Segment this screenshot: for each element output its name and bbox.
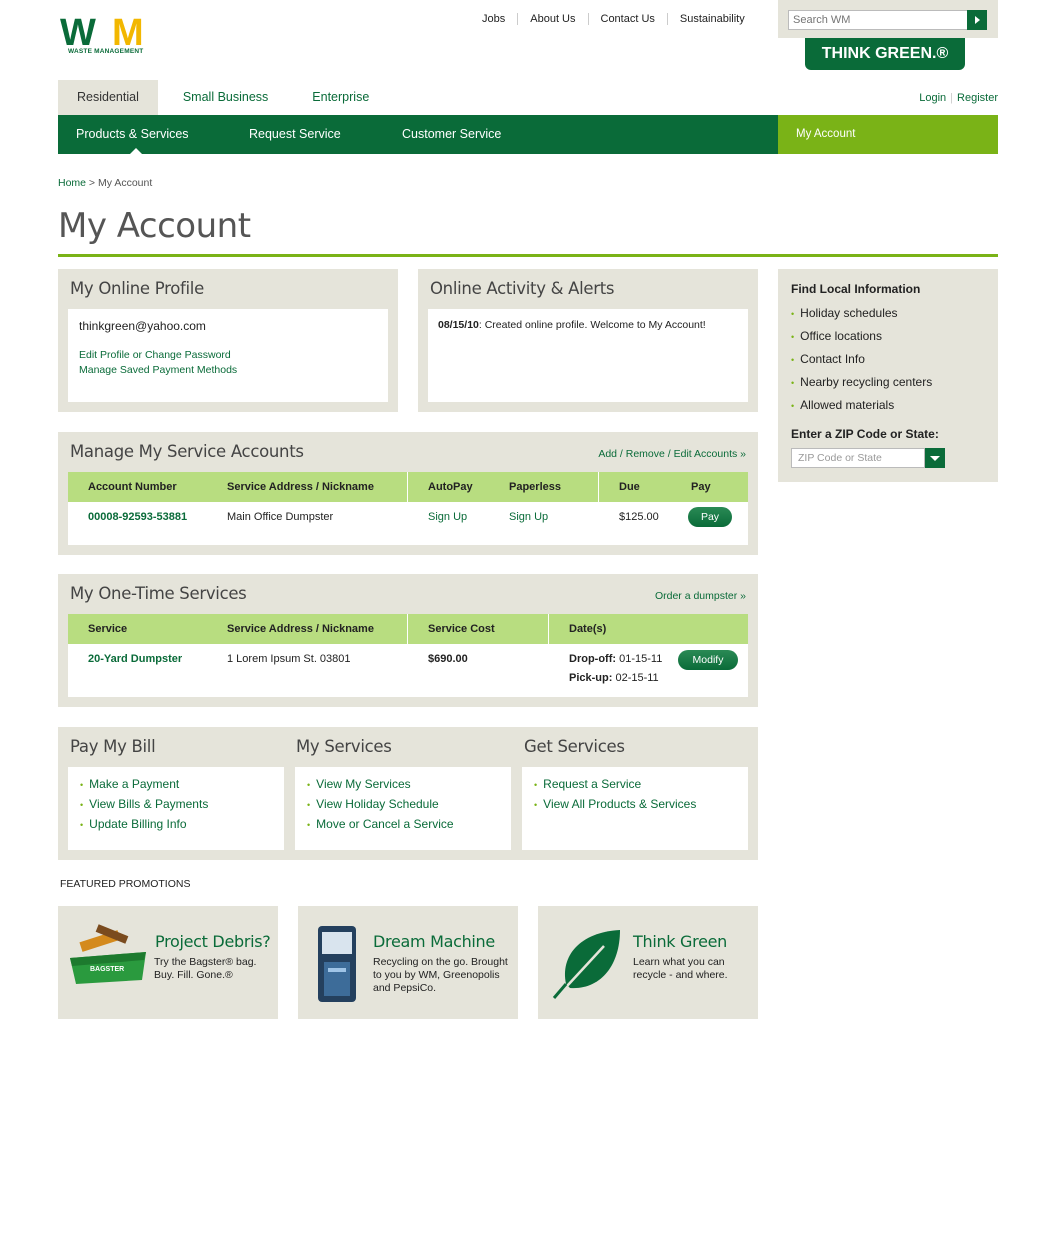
service-accounts-title: Manage My Service Accounts — [70, 442, 304, 461]
profile-title: My Online Profile — [70, 279, 204, 298]
utility-links: Jobs About Us Contact Us Sustainability — [470, 13, 757, 25]
sidebar-item-recycling-centers[interactable]: • Nearby recycling centers — [791, 375, 932, 398]
recycling-kiosk-icon — [318, 926, 356, 1002]
tab-residential[interactable]: Residential — [58, 80, 158, 115]
accounts-table-header: Account Number Service Address / Nicknam… — [68, 472, 748, 502]
promo-dream-machine[interactable]: Dream Machine Recycling on the go. Broug… — [298, 906, 518, 1019]
tab-small-business[interactable]: Small Business — [164, 80, 287, 115]
list-item[interactable]: • Request a Service — [534, 777, 696, 797]
pickup-date: Pick-up: 02-15-11 — [569, 672, 659, 684]
featured-promotions-label: FEATURED PROMOTIONS — [60, 878, 191, 890]
list-item[interactable]: • View All Products & Services — [534, 797, 696, 817]
promo-text: Try the Bagster® bag. Buy. Fill. Gone.® — [154, 956, 257, 981]
promo-think-green[interactable]: Think Green Learn what you can recycle -… — [538, 906, 758, 1019]
search-area — [778, 0, 998, 38]
nav-products-services[interactable]: Products & Services — [58, 115, 231, 154]
bagster-image-label: BAGSTER — [90, 966, 125, 973]
sidebar-item-contact-info[interactable]: • Contact Info — [791, 352, 932, 375]
quick-links-panel: Pay My Bill My Services Get Services • Ma… — [58, 727, 758, 860]
bagster-bag-icon — [70, 924, 146, 984]
service-address: 1 Lorem Ipsum St. 03801 — [227, 653, 351, 665]
activity-panel: Online Activity & Alerts 08/15/10: Creat… — [418, 269, 758, 412]
logo-subtitle: WASTE MANAGEMENT — [68, 48, 144, 55]
account-number-link[interactable]: 00008-92593-53881 — [88, 502, 187, 532]
list-item[interactable]: • View Holiday Schedule — [307, 797, 454, 817]
promo-title: Dream Machine — [373, 932, 495, 951]
search-submit-button[interactable] — [967, 10, 987, 30]
segment-tabs: Residential Small Business Enterprise — [58, 80, 394, 115]
promo-title: Project Debris? — [155, 932, 271, 951]
promo-project-debris[interactable]: BAGSTER Project Debris? Try the Bagster®… — [58, 906, 278, 1019]
main-nav: Products & Services Request Service Cust… — [58, 115, 778, 154]
promo-text: Learn what you can recycle - and where. — [633, 956, 728, 981]
edit-accounts-link[interactable]: Add / Remove / Edit Accounts » — [598, 448, 746, 460]
list-item[interactable]: • View Bills & Payments — [80, 797, 208, 817]
auth-links: Login | Register — [919, 92, 998, 104]
service-name-link[interactable]: 20-Yard Dumpster — [88, 644, 182, 674]
order-dumpster-link[interactable]: Order a dumpster » — [655, 590, 746, 602]
list-item[interactable]: • View My Services — [307, 777, 454, 797]
zip-input[interactable]: ZIP Code or State — [791, 448, 925, 468]
promo-text: Recycling on the go. Brought to you by W… — [373, 956, 508, 994]
pay-button[interactable]: Pay — [688, 507, 732, 527]
tab-enterprise[interactable]: Enterprise — [293, 80, 388, 115]
search-input[interactable] — [788, 10, 968, 30]
one-time-table-header: Service Service Address / Nickname Servi… — [68, 614, 748, 644]
about-us-link[interactable]: About Us — [518, 13, 589, 25]
jobs-link[interactable]: Jobs — [470, 13, 519, 25]
breadcrumb-home[interactable]: Home — [58, 177, 86, 189]
list-item[interactable]: • Update Billing Info — [80, 817, 208, 837]
account-address: Main Office Dumpster — [227, 511, 334, 523]
nav-customer-service[interactable]: Customer Service — [384, 115, 584, 154]
sustainability-link[interactable]: Sustainability — [668, 13, 757, 25]
nav-request-service[interactable]: Request Service — [231, 115, 384, 154]
table-row: 00008-92593-53881 Main Office Dumpster S… — [68, 502, 748, 545]
activity-entry: 08/15/10: Created online profile. Welcom… — [438, 319, 706, 331]
modify-button[interactable]: Modify — [678, 650, 738, 670]
pay-bill-list: • Make a Payment • View Bills & Payments •… — [68, 767, 284, 850]
sidebar-item-holiday-schedules[interactable]: • Holiday schedules — [791, 306, 932, 329]
service-accounts-panel: Manage My Service Accounts Add / Remove … — [58, 432, 758, 555]
register-link[interactable]: Register — [957, 92, 998, 104]
paperless-signup-link[interactable]: Sign Up — [509, 502, 548, 532]
my-services-title: My Services — [296, 737, 392, 756]
table-row: 20-Yard Dumpster 1 Lorem Ipsum St. 03801… — [68, 644, 748, 697]
promo-title: Think Green — [633, 932, 728, 951]
service-cost: $690.00 — [428, 653, 468, 665]
think-green-banner[interactable]: THINK GREEN.® — [805, 38, 965, 70]
breadcrumb-current: My Account — [97, 177, 153, 189]
edit-profile-link[interactable]: Edit Profile or Change Password — [79, 349, 231, 361]
sidebar-item-allowed-materials[interactable]: • Allowed materials — [791, 398, 932, 421]
get-services-list: • Request a Service • View All Products & … — [522, 767, 748, 850]
profile-email: thinkgreen@yahoo.com — [79, 319, 206, 333]
my-services-list: • View My Services • View Holiday Schedule… — [295, 767, 511, 850]
title-divider — [58, 254, 998, 257]
list-item[interactable]: • Make a Payment — [80, 777, 208, 797]
green-leaf-icon — [552, 930, 620, 999]
autopay-signup-link[interactable]: Sign Up — [428, 502, 467, 532]
breadcrumb: Home > My Account — [58, 177, 153, 189]
manage-payment-methods-link[interactable]: Manage Saved Payment Methods — [79, 364, 237, 376]
pay-bill-title: Pay My Bill — [70, 737, 156, 756]
profile-panel: My Online Profile thinkgreen@yahoo.com E… — [58, 269, 398, 412]
sidebar-item-office-locations[interactable]: • Office locations — [791, 329, 932, 352]
nav-my-account[interactable]: My Account — [778, 115, 998, 154]
local-info-title: Find Local Information — [791, 282, 921, 296]
list-item[interactable]: • Move or Cancel a Service — [307, 817, 454, 837]
get-services-title: Get Services — [524, 737, 625, 756]
contact-us-link[interactable]: Contact Us — [589, 13, 668, 25]
one-time-services-title: My One-Time Services — [70, 584, 247, 603]
login-link[interactable]: Login — [919, 92, 946, 104]
activity-title: Online Activity & Alerts — [430, 279, 615, 298]
zip-dropdown-button[interactable] — [925, 448, 945, 468]
zip-label: Enter a ZIP Code or State: — [791, 427, 939, 441]
amount-due: $125.00 — [619, 511, 659, 523]
one-time-services-panel: My One-Time Services Order a dumpster » … — [58, 574, 758, 707]
local-info-sidebar: Find Local Information • Holiday schedule… — [778, 269, 998, 482]
page-title: My Account — [58, 206, 251, 246]
